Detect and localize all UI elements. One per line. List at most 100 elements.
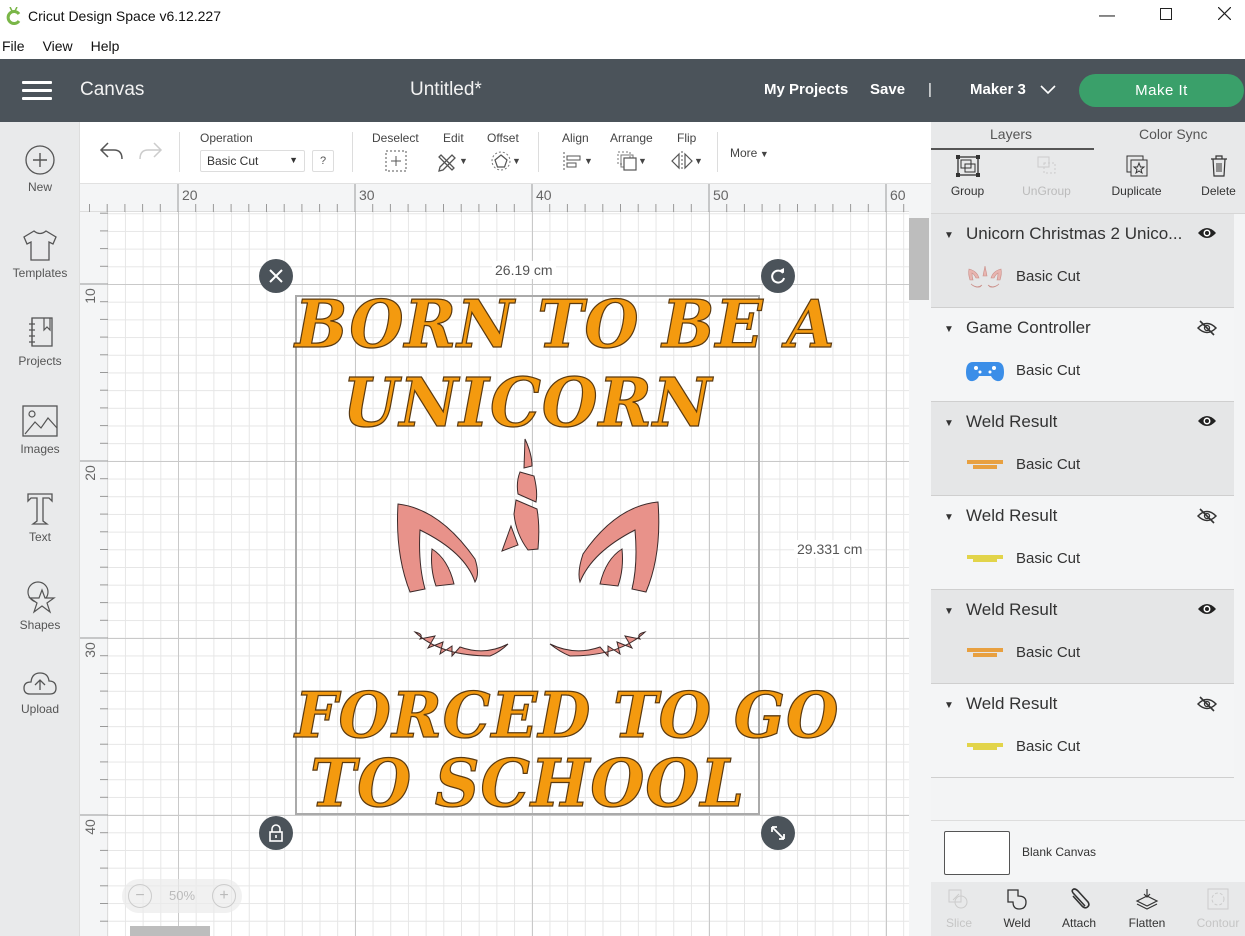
zoom-out-button[interactable]: − (128, 884, 152, 908)
collapse-caret-icon[interactable]: ▼ (944, 700, 954, 711)
flip-label: Flip (677, 131, 697, 145)
machine-selector[interactable]: Maker 3 (970, 81, 1056, 99)
scrollbar-thumb[interactable] (909, 218, 929, 300)
layer-item[interactable]: ▼ Weld Result Basic Cut (931, 402, 1234, 496)
text-thumbnail (967, 648, 1003, 657)
unicorn-face-art[interactable] (380, 434, 680, 714)
blank-canvas-swatch[interactable] (944, 831, 1010, 875)
align-button[interactable]: ▼ (562, 150, 593, 172)
design-text-line-2[interactable]: UNICORN (295, 363, 760, 443)
layer-thumbnail (965, 358, 1005, 384)
zoom-in-button[interactable]: + (212, 884, 236, 908)
unicorn-eyelash-left (413, 631, 509, 658)
document-title[interactable]: Untitled* (410, 79, 482, 101)
text-t-icon (27, 493, 53, 525)
layer-item[interactable]: ▼ Weld Result Basic Cut (931, 590, 1234, 684)
ruler-label: 40 (81, 819, 98, 835)
menu-view[interactable]: View (43, 38, 73, 54)
group-icon (955, 155, 980, 177)
undo-icon[interactable] (98, 140, 124, 167)
save-button[interactable]: Save (870, 81, 905, 98)
visibility-toggle[interactable] (1196, 320, 1218, 341)
minimize-icon: — (1099, 7, 1115, 24)
layer-operation: Basic Cut (1016, 268, 1081, 285)
ruler-label: 40 (536, 187, 552, 203)
deselect-icon (385, 150, 407, 172)
visibility-toggle[interactable] (1196, 696, 1218, 717)
operation-help-button[interactable]: ? (312, 150, 334, 172)
maximize-button[interactable] (1137, 0, 1195, 32)
sidebar-item-upload[interactable]: Upload (0, 668, 80, 716)
visibility-toggle[interactable] (1197, 226, 1217, 245)
design-text-line-4[interactable]: TO SCHOOL (295, 745, 760, 823)
arrange-button[interactable]: ▼ (616, 150, 647, 172)
duplicate-icon (1126, 155, 1147, 177)
offset-button[interactable]: ▼ (490, 150, 521, 172)
visibility-toggle[interactable] (1196, 508, 1218, 529)
more-menu[interactable]: More ▼ (730, 146, 769, 160)
sidebar-item-templates[interactable]: Templates (0, 228, 80, 280)
layer-item[interactable]: ▼ Weld Result Basic Cut (931, 684, 1234, 778)
layer-operation: Basic Cut (1016, 738, 1081, 755)
vertical-scrollbar[interactable] (909, 184, 931, 936)
design-text-line-3[interactable]: FORCED TO GO (294, 679, 839, 754)
sidebar-item-text[interactable]: Text (0, 492, 80, 544)
edit-button[interactable]: ▼ (437, 150, 468, 172)
text-thumbnail (967, 460, 1003, 469)
delete-button[interactable]: Delete (1181, 154, 1245, 198)
sidebar-item-images[interactable]: Images (0, 404, 80, 456)
visibility-toggle[interactable] (1197, 602, 1217, 621)
sidebar-item-projects[interactable]: Projects (0, 316, 80, 368)
duplicate-button[interactable]: Duplicate (1099, 154, 1174, 198)
collapse-caret-icon[interactable]: ▼ (944, 606, 954, 617)
layer-item[interactable]: ▼ Unicorn Christmas 2 Unico... Basic Cut (931, 214, 1234, 308)
my-projects-link[interactable]: My Projects (764, 81, 848, 98)
tab-layers[interactable]: Layers (990, 126, 1032, 142)
arrange-layers-icon (617, 151, 637, 171)
slice-button[interactable]: Slice (928, 888, 990, 930)
horizontal-scrollbar[interactable] (130, 926, 210, 936)
rotate-handle[interactable] (761, 259, 795, 293)
collapse-caret-icon[interactable]: ▼ (944, 512, 954, 523)
layer-item[interactable]: ▼ Weld Result Basic Cut (931, 496, 1234, 590)
toolbar-divider (179, 132, 180, 172)
design-canvas[interactable]: 20 30 40 50 60 10 20 30 40 26.19 cm 29.3… (80, 184, 909, 936)
dropdown-arrow-icon: ▼ (584, 156, 593, 166)
group-button[interactable]: Group (930, 154, 1005, 198)
design-text-line-1[interactable]: BORN TO BE A (294, 286, 835, 364)
operation-select[interactable]: Basic Cut ▼ (200, 150, 305, 172)
close-window-button[interactable] (1195, 0, 1245, 32)
sidebar-item-new[interactable]: New (0, 144, 80, 194)
minimize-button[interactable]: — (1078, 0, 1136, 32)
blank-canvas-row[interactable]: Blank Canvas (931, 820, 1245, 882)
menu-file[interactable]: File (2, 38, 25, 54)
layer-item[interactable]: ▼ Game Controller Basic Cut (931, 308, 1234, 402)
paperclip-icon (1071, 888, 1090, 909)
redo-icon[interactable] (138, 140, 164, 167)
collapse-caret-icon[interactable]: ▼ (944, 230, 954, 241)
header-divider: | (928, 81, 932, 98)
lock-handle[interactable] (259, 816, 293, 850)
tab-color-sync[interactable]: Color Sync (1139, 126, 1207, 142)
lock-icon (269, 824, 283, 842)
attach-button[interactable]: Attach (1048, 888, 1110, 930)
ungroup-button[interactable]: UnGroup (1009, 154, 1084, 198)
weld-button[interactable]: Weld (986, 888, 1048, 930)
resize-handle[interactable] (761, 816, 795, 850)
deselect-button[interactable] (385, 150, 407, 172)
flip-button[interactable]: ▼ (670, 150, 703, 172)
eye-icon (1198, 604, 1216, 614)
edit-label: Edit (443, 131, 464, 145)
hamburger-menu-icon[interactable] (22, 81, 52, 101)
contour-button[interactable]: Contour (1187, 888, 1245, 930)
delete-handle[interactable] (259, 259, 293, 293)
collapse-caret-icon[interactable]: ▼ (944, 324, 954, 335)
visibility-toggle[interactable] (1197, 414, 1217, 433)
collapse-caret-icon[interactable]: ▼ (944, 418, 954, 429)
tshirt-icon (23, 230, 57, 261)
flatten-button[interactable]: Flatten (1116, 888, 1178, 930)
menu-help[interactable]: Help (91, 38, 120, 54)
layer-name: Unicorn Christmas 2 Unico... (966, 224, 1183, 243)
sidebar-item-shapes[interactable]: Shapes (0, 580, 80, 632)
make-it-button[interactable]: Make It (1079, 74, 1244, 107)
